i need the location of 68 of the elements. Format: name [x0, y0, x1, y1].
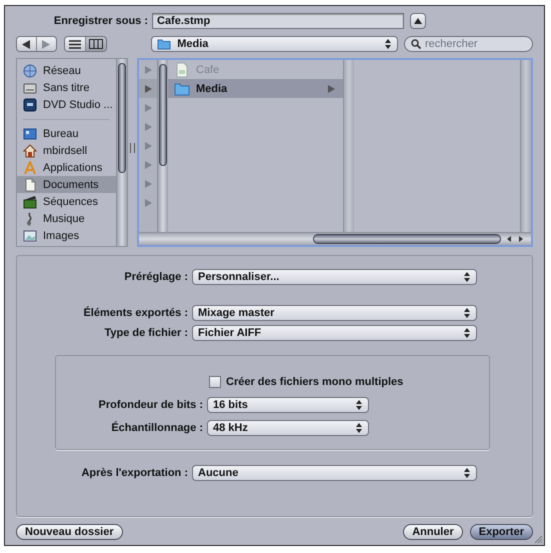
right-triangle-icon [42, 40, 50, 48]
sidebar-item[interactable]: Séquences [17, 193, 116, 210]
disclosure-button[interactable] [410, 12, 426, 28]
field-label: Enregistrer sous : [52, 14, 148, 26]
search-field[interactable]: rechercher [404, 36, 533, 52]
file-icon [174, 62, 190, 78]
updown-arrows-icon [464, 272, 470, 282]
checkbox[interactable] [209, 376, 221, 388]
sidebar-item[interactable]: Documents [17, 176, 116, 193]
split-handle[interactable] [130, 143, 135, 153]
horizontal-scrollbar[interactable] [139, 232, 531, 245]
dialog-button[interactable]: Nouveau dossier [16, 524, 123, 540]
disc-drive-icon [23, 98, 37, 112]
field-label: Préréglage : [123, 271, 188, 283]
triangle-icon [414, 18, 422, 24]
vertical-scrollbar[interactable] [520, 60, 531, 232]
field-label: Échantillonnage : [110, 422, 203, 434]
back-button[interactable] [17, 37, 37, 51]
popup-menu[interactable]: Aucune [192, 465, 477, 481]
field-label: Profondeur de bits : [98, 399, 203, 411]
updown-arrows-icon [356, 423, 362, 433]
folder-icon [157, 38, 172, 50]
applications-icon [23, 160, 37, 174]
field-label: Éléments exportés : [82, 307, 188, 319]
sidebar-item[interactable]: Musique [17, 210, 116, 227]
arrow-icon [328, 84, 335, 92]
sidebar-item[interactable]: Réseau [17, 62, 116, 79]
sidebar-item[interactable]: Images [17, 227, 116, 244]
globe-icon [23, 64, 37, 78]
popup-menu[interactable]: Mixage master [192, 305, 477, 321]
sidebar-item[interactable]: mbirdsell [17, 142, 116, 159]
updown-arrows-icon [464, 308, 470, 318]
dialog-button[interactable]: Exporter [470, 524, 533, 540]
field-label: Après l'exportation : [80, 467, 188, 479]
updown-arrows-icon [384, 39, 391, 49]
left-triangle-icon [22, 40, 30, 48]
column-view-button[interactable] [86, 37, 106, 51]
checkbox-label: Créer des fichiers mono multiples [226, 376, 404, 388]
popup-menu[interactable]: Personnaliser... [192, 269, 477, 285]
desktop-icon [23, 126, 37, 140]
dialog-button[interactable]: Annuler [403, 524, 463, 540]
popup-menu[interactable]: Fichier AIFF [192, 325, 477, 341]
list-view-button[interactable] [65, 37, 86, 51]
document-icon [23, 178, 37, 192]
clapperboard-icon [23, 194, 37, 208]
sidebar-item[interactable]: DVD Studio ... [17, 96, 116, 113]
folder-popup[interactable]: Media [151, 36, 398, 52]
house-icon [23, 144, 37, 158]
scroll-arrows-icon[interactable] [505, 235, 525, 243]
folder-icon [174, 82, 190, 96]
search-icon [410, 39, 421, 49]
updown-arrows-icon [356, 400, 362, 410]
resize-grip-icon[interactable] [534, 535, 543, 544]
popup-menu[interactable]: 16 bits [207, 397, 369, 413]
updown-arrows-icon [464, 328, 470, 338]
picture-icon [23, 228, 37, 242]
sidebar-item[interactable]: Applications [17, 159, 116, 176]
filename-field[interactable]: Cafe.stmp [152, 12, 404, 28]
vertical-scrollbar[interactable] [157, 60, 168, 232]
sidebar-item[interactable]: Bureau [17, 125, 116, 142]
sidebar-item[interactable]: Sans titre [17, 79, 116, 96]
popup-menu[interactable]: 48 kHz [207, 420, 369, 436]
file-row[interactable]: Media [168, 79, 343, 98]
vertical-scrollbar[interactable] [116, 59, 127, 246]
field-label: Type de fichier : [103, 327, 188, 339]
updown-arrows-icon [464, 468, 470, 478]
drive-icon [23, 80, 37, 94]
vertical-scrollbar[interactable] [343, 60, 354, 232]
